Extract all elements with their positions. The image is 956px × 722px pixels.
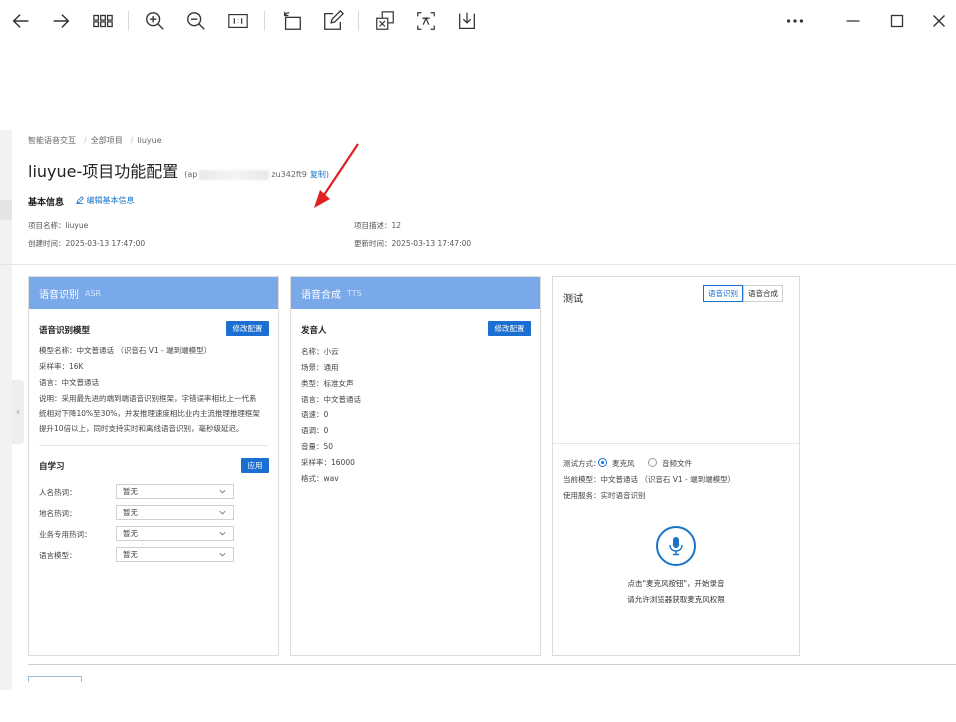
test-card: 测试 语音识别 语音合成 测试方式： 麦克风 音频文件 当前模型：中文普通话 （…	[552, 276, 800, 656]
translate-image-icon[interactable]	[370, 6, 400, 36]
forward-icon[interactable]	[46, 6, 76, 36]
maximize-icon[interactable]	[882, 6, 912, 36]
language-model-select[interactable]: 暂无	[116, 547, 234, 562]
current-model-line: 当前模型：中文普通话 （识音石 V1 - 端到端模型）	[563, 475, 736, 484]
rotate-icon[interactable]	[277, 6, 307, 36]
apply-button[interactable]: 应用	[241, 458, 269, 473]
breadcrumb-item[interactable]: 智能语音交互	[28, 136, 76, 145]
actual-size-icon[interactable]	[223, 6, 253, 36]
radio-microphone-label[interactable]: 麦克风	[612, 458, 635, 469]
bottom-button-edge[interactable]	[28, 676, 82, 682]
grid-icon[interactable]	[88, 6, 118, 36]
back-icon[interactable]	[6, 6, 36, 36]
select-label: 语言模型：	[39, 551, 77, 560]
tab-tts[interactable]: 语音合成	[743, 285, 783, 302]
tts-line: 场景：通用	[301, 363, 339, 372]
tts-line: 语言：中文普通话	[301, 395, 361, 404]
select-label: 地名热词：	[39, 509, 77, 518]
basic-info-title: 基本信息	[28, 198, 65, 208]
project-description: 项目描述：12	[354, 221, 402, 230]
minimize-icon[interactable]	[838, 6, 868, 36]
left-sidebar-edge	[0, 130, 12, 690]
tts-modify-button[interactable]: 修改配置	[488, 321, 531, 336]
page-title: liuyue-项目功能配置	[28, 162, 179, 181]
asr-model-line: 语言：中文普通话	[39, 378, 99, 387]
close-icon[interactable]	[924, 6, 954, 36]
asr-model-line: 模型名称：中文普通话 （识音石 V1 - 端到端模型）	[39, 346, 212, 355]
asr-card-header: 语音识别 ASR	[29, 277, 278, 309]
more-icon[interactable]	[780, 6, 810, 36]
chevron-down-icon	[219, 510, 226, 515]
updated-time: 更新时间：2025-03-13 17:47:00	[354, 239, 472, 248]
zoom-in-icon[interactable]	[140, 6, 170, 36]
radio-audio-file[interactable]	[648, 458, 657, 467]
tts-card-header: 语音合成 TTS	[291, 277, 540, 309]
appid: (ap zu342ft9 复制)	[184, 169, 329, 180]
edit-icon[interactable]	[318, 6, 348, 36]
asr-model-line: 统相对下降10%至30%，并发推理速度相比业内主流推理推理框架	[39, 409, 260, 418]
test-tabs: 语音识别 语音合成	[703, 285, 783, 302]
mic-permission-hint: 请允许浏览器获取麦克风权限	[627, 595, 725, 604]
microphone-icon	[669, 537, 683, 556]
tab-asr[interactable]: 语音识别	[703, 285, 743, 302]
asr-model-line: 提升10倍以上，同时支持实时和离线语音识别，毫秒级延迟。	[39, 424, 244, 433]
self-learn-title: 自学习	[39, 462, 65, 472]
project-name: 项目名称：liuyue	[28, 221, 89, 230]
test-mode-label: 测试方式：	[563, 459, 601, 468]
tts-line: 语速：0	[301, 410, 329, 419]
zoom-out-icon[interactable]	[181, 6, 211, 36]
edit-basic-info-link[interactable]: 编辑基本信息	[76, 195, 135, 206]
asr-card: 语音识别 ASR 语音识别模型 修改配置 模型名称：中文普通话 （识音石 V1 -…	[28, 276, 279, 656]
asr-modify-button[interactable]: 修改配置	[226, 321, 269, 336]
download-icon[interactable]	[452, 6, 482, 36]
tts-line: 格式：wav	[301, 474, 339, 483]
page-content: ‹ 智能语音交互 / 全部项目 / liuyue liuyue-项目功能配置 (ap zu…	[0, 42, 956, 722]
sidebar-toggle[interactable]: ‹	[12, 380, 24, 444]
select-label: 业务专用热词：	[39, 530, 92, 539]
chevron-down-icon	[219, 552, 226, 557]
tts-line: 采样率：16000	[301, 458, 355, 467]
mic-hint: 点击"麦克风按钮"，开始录音	[627, 579, 725, 588]
tts-card: 语音合成 TTS 发音人 修改配置 名称：小云 场景：通用 类型：标准女声 语言：…	[290, 276, 541, 656]
person-hotword-select[interactable]: 暂无	[116, 484, 234, 499]
asr-model-line: 采样率：16K	[39, 362, 84, 371]
annotation-arrow	[314, 143, 359, 208]
radio-audio-file-label[interactable]: 音频文件	[662, 458, 692, 469]
created-time: 创建时间：2025-03-13 17:47:00	[28, 239, 146, 248]
select-label: 人名热词：	[39, 488, 77, 497]
asr-model-line: 说明：采用最先进的端到端语音识别框架，字错误率相比上一代系	[39, 394, 257, 403]
translate-text-icon[interactable]	[411, 6, 441, 36]
title-row: liuyue-项目功能配置 (ap zu342ft9 复制)	[28, 158, 329, 182]
place-hotword-select[interactable]: 暂无	[116, 505, 234, 520]
breadcrumb-item: liuyue	[137, 136, 162, 145]
chevron-down-icon	[219, 489, 226, 494]
speaker-title: 发音人	[301, 326, 327, 336]
tts-line: 音量：50	[301, 442, 334, 451]
pencil-icon	[76, 196, 84, 204]
tts-line: 语调：0	[301, 426, 329, 435]
breadcrumb-item[interactable]: 全部项目	[91, 136, 123, 145]
tts-line: 类型：标准女声	[301, 379, 354, 388]
asr-model-title: 语音识别模型	[39, 326, 91, 336]
breadcrumb: 智能语音交互 / 全部项目 / liuyue	[28, 136, 162, 145]
radio-microphone[interactable]	[598, 458, 607, 467]
service-line: 使用服务：实时语音识别	[563, 491, 646, 500]
test-title: 测试	[563, 294, 583, 305]
tts-line: 名称：小云	[301, 347, 339, 356]
microphone-button[interactable]	[656, 526, 696, 566]
business-hotword-select[interactable]: 暂无	[116, 526, 234, 541]
redacted-region	[199, 169, 270, 180]
chevron-down-icon	[219, 531, 226, 536]
viewer-toolbar	[0, 0, 956, 42]
